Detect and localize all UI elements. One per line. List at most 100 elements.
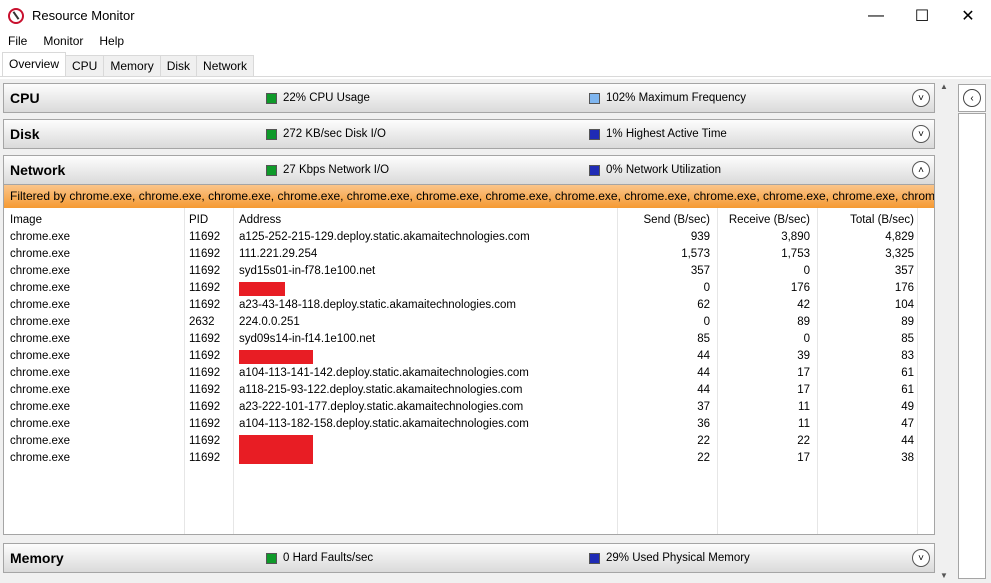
- cell-receive: 22: [797, 435, 810, 447]
- vertical-scrollbar[interactable]: ▲ ▼: [936, 79, 952, 583]
- header-image[interactable]: Image: [10, 214, 42, 226]
- cell-send: 85: [697, 333, 710, 345]
- table-row[interactable]: chrome.exe 11692 a118-215-93-122.deploy.st…: [4, 384, 934, 401]
- cell-total: 85: [901, 333, 914, 345]
- tab-memory[interactable]: Memory: [103, 55, 161, 76]
- header-receive[interactable]: Receive (B/sec): [729, 214, 810, 226]
- cell-send: 22: [697, 435, 710, 447]
- menu-monitor[interactable]: Monitor: [35, 34, 91, 48]
- title-bar: Resource Monitor — ☐ ✕: [0, 0, 991, 31]
- table-row[interactable]: chrome.exe 11692 22 22 44: [4, 435, 934, 452]
- chevron-down-icon[interactable]: ˅: [912, 549, 930, 567]
- cpu-section: CPU 22% CPU Usage 102% Maximum Frequency…: [3, 83, 935, 113]
- tab-cpu[interactable]: CPU: [65, 55, 105, 76]
- table-row[interactable]: chrome.exe 11692 syd09s14-in-f14.1e100.net…: [4, 333, 934, 350]
- physical-memory-text: 29% Used Physical Memory: [606, 552, 750, 564]
- cell-total: 38: [901, 452, 914, 464]
- green-swatch-icon: [266, 164, 277, 176]
- table-row[interactable]: chrome.exe 11692 a23-43-148-118.deploy.sta…: [4, 299, 934, 316]
- disk-section-header[interactable]: Disk 272 KB/sec Disk I/O 1% Highest Acti…: [3, 119, 935, 149]
- chevron-up-icon[interactable]: ˄: [912, 161, 930, 179]
- scroll-up-icon[interactable]: ▲: [940, 82, 948, 91]
- header-total[interactable]: Total (B/sec): [850, 214, 914, 226]
- cell-send: 62: [697, 299, 710, 311]
- cell-total: 89: [901, 316, 914, 328]
- table-row[interactable]: chrome.exe 2632 224.0.0.251 0 89 89: [4, 316, 934, 333]
- tab-network[interactable]: Network: [196, 55, 255, 76]
- green-swatch-icon: [266, 552, 277, 564]
- cell-image: chrome.exe: [10, 367, 71, 379]
- minimize-button[interactable]: —: [853, 0, 899, 31]
- cpu-usage-text: 22% CPU Usage: [283, 92, 370, 104]
- redacted-address: [239, 282, 285, 296]
- maximize-button[interactable]: ☐: [899, 0, 945, 31]
- cell-pid: 11692: [189, 435, 221, 447]
- cell-image: chrome.exe: [10, 265, 71, 277]
- header-pid[interactable]: PID: [189, 214, 208, 226]
- menu-file[interactable]: File: [0, 34, 35, 48]
- cell-pid: 11692: [189, 367, 221, 379]
- cell-send: 44: [697, 367, 710, 379]
- table-header: Image PID Address Send (B/sec) Receive (…: [4, 214, 934, 231]
- cell-receive: 11: [798, 401, 810, 413]
- cell-receive: 3,890: [781, 231, 810, 243]
- cell-image: chrome.exe: [10, 418, 71, 430]
- cell-receive: 176: [790, 282, 810, 294]
- table-row[interactable]: chrome.exe 11692 a23-222-101-177.deploy.st…: [4, 401, 934, 418]
- menu-help[interactable]: Help: [91, 34, 132, 48]
- cell-pid: 11692: [189, 418, 221, 430]
- cell-address: [239, 282, 285, 296]
- cell-image: chrome.exe: [10, 248, 71, 260]
- hard-faults-metric: 0 Hard Faults/sec: [266, 552, 373, 564]
- physical-memory-metric: 29% Used Physical Memory: [589, 552, 750, 564]
- network-title: Network: [10, 162, 66, 178]
- network-table: Image PID Address Send (B/sec) Receive (…: [3, 208, 935, 535]
- redacted-address: [239, 452, 313, 464]
- table-row[interactable]: chrome.exe 11692 syd15s01-in-f78.1e100.net…: [4, 265, 934, 282]
- chevron-down-icon[interactable]: ˅: [912, 89, 930, 107]
- memory-section-header[interactable]: Memory 0 Hard Faults/sec 29% Used Physic…: [3, 543, 935, 573]
- tab-disk[interactable]: Disk: [159, 55, 198, 76]
- table-row[interactable]: chrome.exe 11692 a104-113-141-142.deploy.s…: [4, 367, 934, 384]
- chevron-down-icon[interactable]: ˅: [912, 125, 930, 143]
- header-send[interactable]: Send (B/sec): [644, 214, 710, 226]
- cell-receive: 17: [797, 384, 810, 396]
- table-row[interactable]: chrome.exe 11692 22 17 38: [4, 452, 934, 469]
- table-row[interactable]: chrome.exe 11692 a125-252-215-129.deploy.s…: [4, 231, 934, 248]
- filter-bar: Filtered by chrome.exe, chrome.exe, chro…: [3, 185, 935, 208]
- window-title: Resource Monitor: [32, 8, 135, 23]
- graph-sidebar: ‹: [952, 79, 991, 583]
- redacted-address: [239, 435, 313, 452]
- tab-overview[interactable]: Overview: [2, 52, 67, 76]
- header-address[interactable]: Address: [239, 214, 281, 226]
- table-row[interactable]: chrome.exe 11692 a104-113-182-158.deploy.s…: [4, 418, 934, 435]
- cell-address: a118-215-93-122.deploy.static.akamaitech…: [239, 384, 523, 396]
- cell-total: 3,325: [885, 248, 914, 260]
- cell-address: a104-113-182-158.deploy.static.akamaitec…: [239, 418, 529, 430]
- menu-bar: File Monitor Help: [0, 31, 991, 51]
- cell-total: 104: [894, 299, 914, 311]
- cell-send: 0: [703, 282, 710, 294]
- table-row[interactable]: chrome.exe 11692 111.221.29.254 1,573 1,753 3…: [4, 248, 934, 265]
- cell-image: chrome.exe: [10, 435, 71, 447]
- cell-pid: 11692: [189, 265, 221, 277]
- table-row[interactable]: chrome.exe 11692 0 176 176: [4, 282, 934, 299]
- cell-send: 44: [697, 384, 710, 396]
- cell-pid: 11692: [189, 333, 221, 345]
- cell-send: 939: [690, 231, 710, 243]
- table-row[interactable]: chrome.exe 11692 44 39 83: [4, 350, 934, 367]
- network-section-header[interactable]: Network 27 Kbps Network I/O 0% Network U…: [3, 155, 935, 185]
- cpu-section-header[interactable]: CPU 22% CPU Usage 102% Maximum Frequency…: [3, 83, 935, 113]
- close-button[interactable]: ✕: [945, 0, 991, 31]
- cell-address: 224.0.0.251: [239, 316, 300, 328]
- collapse-sidebar-button[interactable]: ‹: [958, 84, 986, 112]
- cell-total: 47: [901, 418, 914, 430]
- cell-receive: 89: [797, 316, 810, 328]
- cell-total: 176: [894, 282, 914, 294]
- resource-monitor-icon: [8, 7, 24, 24]
- cell-receive: 42: [797, 299, 810, 311]
- cell-image: chrome.exe: [10, 333, 71, 345]
- scroll-down-icon[interactable]: ▼: [940, 571, 948, 580]
- redacted-address: [239, 350, 313, 364]
- blue-swatch-icon: [589, 128, 600, 140]
